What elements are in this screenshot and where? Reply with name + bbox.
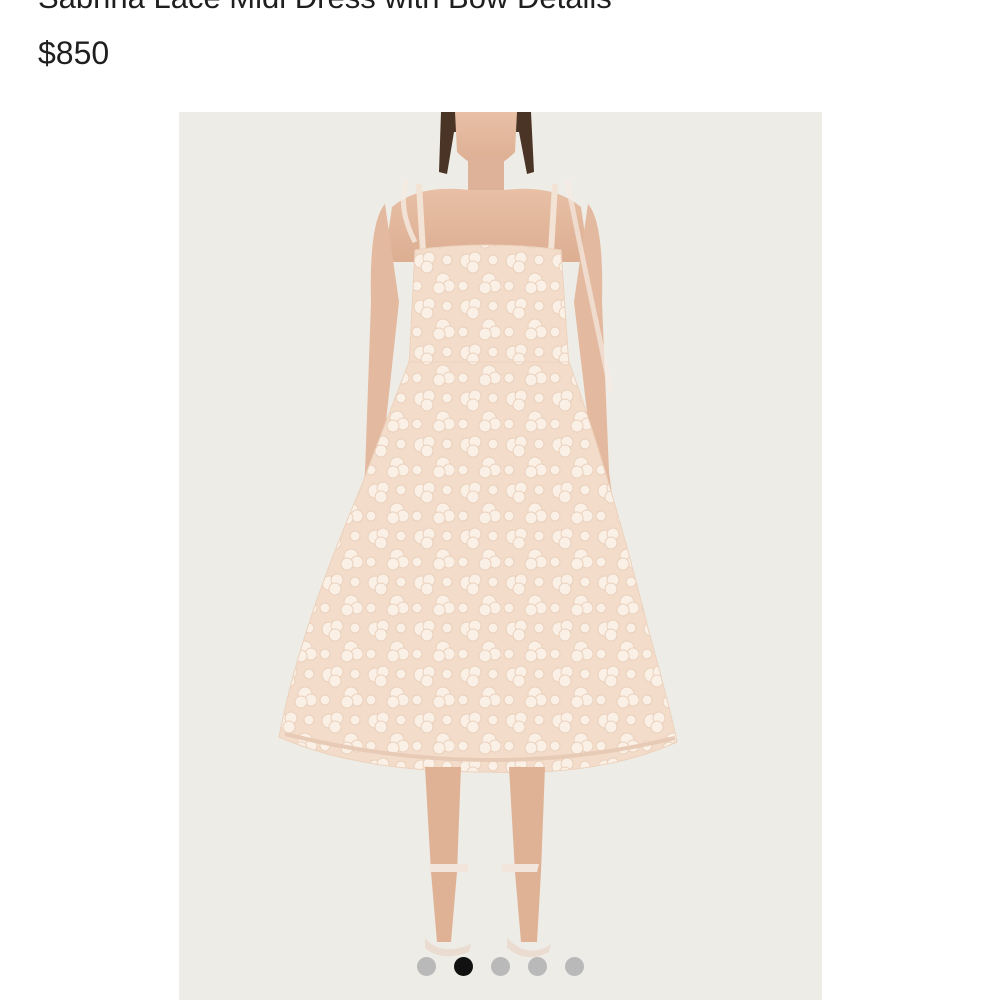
gallery-dot-3[interactable] [491, 957, 510, 976]
gallery-pagination [179, 957, 822, 976]
product-page: Sabrina Lace Midi Dress with Bow Details… [0, 0, 1000, 1000]
product-price: $850 [38, 35, 110, 71]
gallery-dot-4[interactable] [528, 957, 547, 976]
gallery-dot-2[interactable] [454, 957, 473, 976]
product-image-gallery[interactable] [179, 112, 822, 1000]
gallery-dot-5[interactable] [565, 957, 584, 976]
product-title: Sabrina Lace Midi Dress with Bow Details [38, 0, 612, 16]
dress-photo [278, 112, 678, 958]
gallery-dot-1[interactable] [417, 957, 436, 976]
